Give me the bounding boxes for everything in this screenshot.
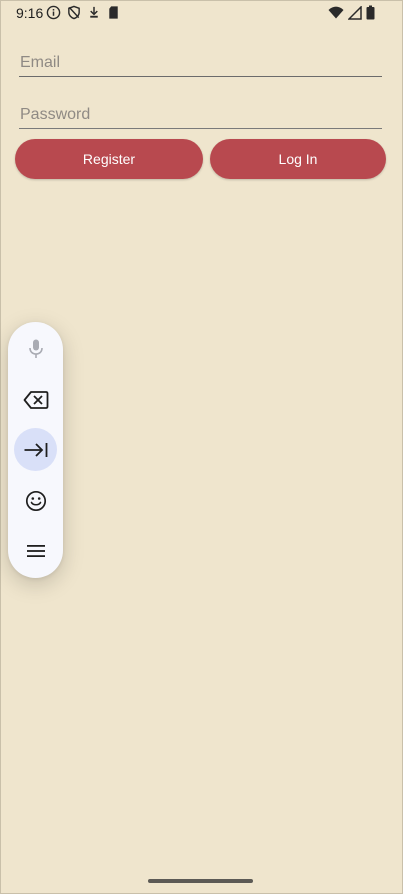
status-system-icons [328,5,375,20]
tab-icon [23,441,49,459]
wifi-icon [328,6,344,20]
menu-icon [26,543,46,559]
tab-button[interactable] [14,428,57,471]
emoji-button[interactable] [14,479,57,522]
email-input[interactable] [19,46,382,76]
login-button-label: Log In [278,151,318,167]
register-button-label: Register [82,151,136,167]
backspace-icon [23,390,49,410]
status-notification-icons [46,5,120,20]
password-input[interactable] [19,98,382,128]
shield-off-icon [67,5,81,20]
download-icon [87,5,101,20]
register-button[interactable]: Register [15,139,203,179]
floating-keyboard-toolbar [8,322,63,578]
gesture-nav-handle[interactable] [148,879,253,883]
backspace-button[interactable] [14,378,57,421]
sd-card-icon [107,5,120,20]
battery-icon [366,5,375,20]
emoji-icon [25,490,47,512]
email-field[interactable] [19,46,382,77]
microphone-icon [26,338,46,360]
status-bar: 9:16 [0,0,403,26]
login-button[interactable]: Log In [210,139,386,179]
cell-signal-icon [348,5,362,20]
status-time: 9:16 [16,5,44,21]
password-field[interactable] [19,98,382,129]
menu-button[interactable] [14,529,57,572]
voice-input-button[interactable] [14,327,57,370]
info-icon [46,5,61,20]
